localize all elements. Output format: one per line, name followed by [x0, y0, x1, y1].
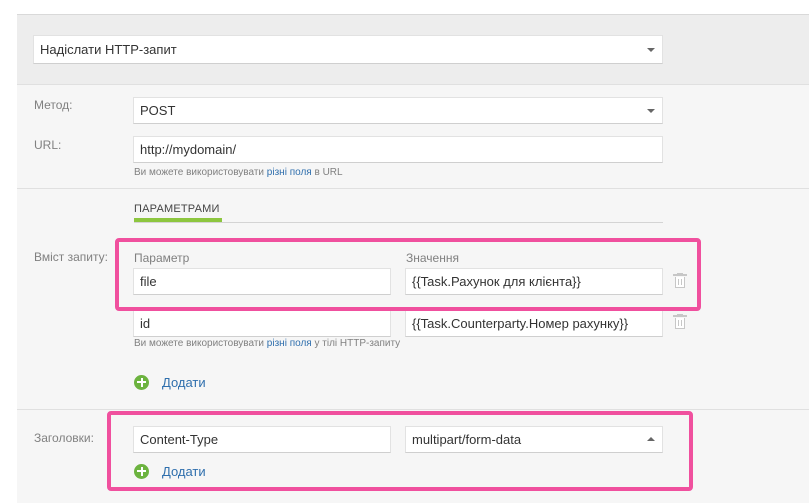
headers-label: Заголовки: [34, 431, 94, 445]
add-parameter-button[interactable]: Додати [134, 373, 206, 391]
body-hint-suffix: у тілі HTTP-запиту [314, 338, 401, 349]
url-hint-prefix: Ви можете використовувати [134, 167, 265, 178]
chevron-down-icon [647, 48, 655, 52]
param-value-input[interactable]: {{Task.Counterparty.Номер рахунку}} [405, 310, 663, 337]
highlight-box-body-row [115, 238, 701, 311]
tab-parameters[interactable]: ПАРАМЕТРАМИ [134, 203, 220, 215]
body-hint: Ви можете використовувати різні поля у т… [134, 338, 400, 349]
url-label: URL: [34, 138, 62, 152]
url-fields-link[interactable]: різні поля [267, 167, 312, 178]
request-body-label: Вміст запиту: [34, 250, 108, 264]
action-select-value: Надіслати HTTP-запит [40, 42, 177, 57]
body-fields-link[interactable]: різні поля [267, 338, 312, 349]
trash-icon[interactable] [673, 314, 687, 330]
body-hint-prefix: Ви можете використовувати [134, 338, 265, 349]
highlight-box-headers [107, 411, 693, 491]
plus-circle-icon [134, 374, 149, 390]
chevron-down-icon [647, 109, 655, 113]
add-parameter-label: Додати [162, 374, 206, 390]
param-value-value: {{Task.Counterparty.Номер рахунку}} [412, 316, 629, 331]
method-select-value: POST [140, 103, 176, 118]
url-hint-suffix: в URL [314, 167, 343, 178]
url-input-value: http://mydomain/ [140, 142, 237, 157]
url-input[interactable]: http://mydomain/ [133, 136, 663, 163]
method-select[interactable]: POST [133, 97, 663, 124]
action-select[interactable]: Надіслати HTTP-запит [33, 35, 663, 64]
url-hint: Ви можете використовувати різні поля в U… [134, 167, 343, 178]
param-name-value: id [140, 316, 151, 331]
tab-divider [134, 222, 663, 223]
param-name-input[interactable]: id [133, 310, 391, 337]
method-label: Метод: [34, 98, 73, 112]
